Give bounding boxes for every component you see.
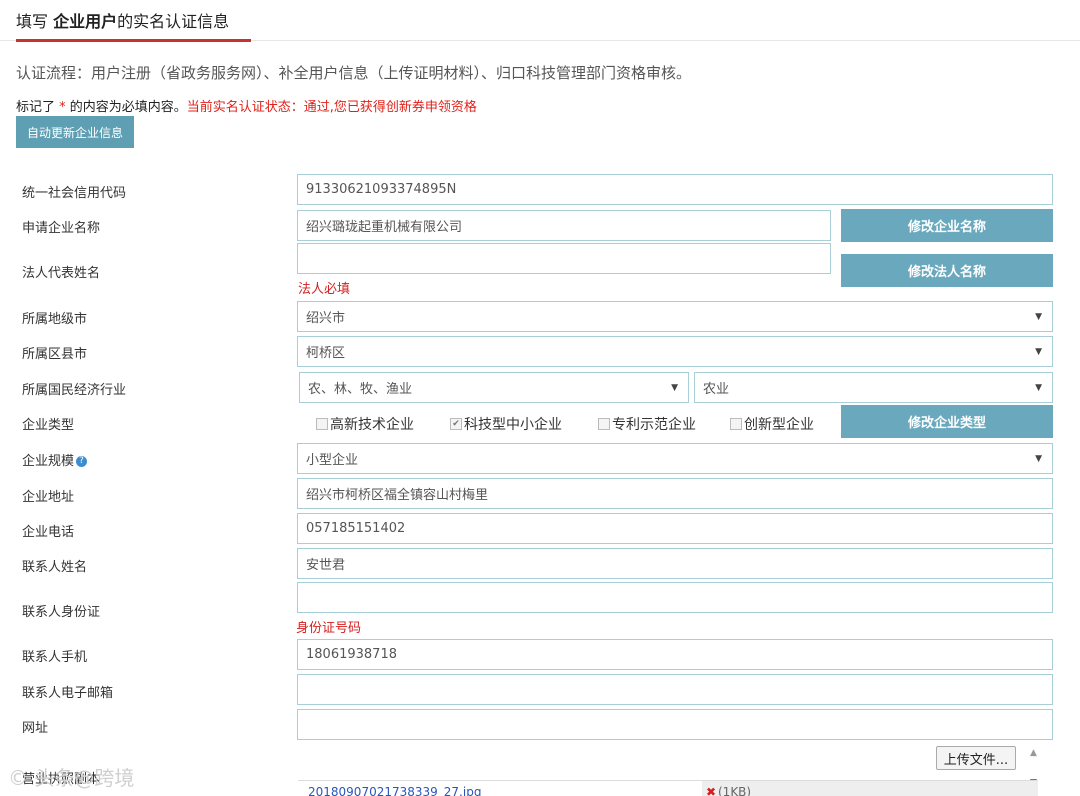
chevron-down-icon: ▼ <box>1035 453 1042 464</box>
page-title: 填写 企业用户的实名认证信息 <box>16 12 230 31</box>
industry-subcategory-select[interactable]: 农业 ▼ <box>694 372 1053 403</box>
uploaded-file-link[interactable]: 20180907021738339_27.jpg <box>308 785 481 796</box>
chevron-down-icon: ▼ <box>1035 382 1042 393</box>
close-icon[interactable]: ✖ <box>706 785 716 796</box>
checkbox-icon[interactable] <box>730 418 742 430</box>
edit-legal-rep-button[interactable]: 修改法人名称 <box>841 254 1053 287</box>
legal-rep-label: 法人代表姓名 <box>22 266 101 281</box>
checkbox-icon[interactable] <box>316 418 328 430</box>
contact-id-input[interactable] <box>297 582 1053 613</box>
checkbox-icon[interactable] <box>598 418 610 430</box>
industry-label: 所属国民经济行业 <box>22 383 127 398</box>
website-input[interactable] <box>297 709 1053 740</box>
chevron-down-icon: ▼ <box>1035 311 1042 322</box>
district-select[interactable]: 柯桥区 ▼ <box>297 336 1053 367</box>
legal-rep-input[interactable] <box>297 243 831 274</box>
checkbox-checked-icon[interactable]: ✔ <box>450 418 462 430</box>
scale-label: 企业规模? <box>22 450 88 469</box>
checkbox-high-tech[interactable]: 高新技术企业 <box>316 414 414 434</box>
credit-code-label: 统一社会信用代码 <box>22 186 127 201</box>
certification-status: 当前实名认证状态：通过,您已获得创新券申领资格 <box>186 100 477 115</box>
certification-flow-text: 认证流程：用户注册（省政务服务网）、补全用户信息（上传证明材料）、归口科技管理部… <box>16 64 692 82</box>
industry-category-select[interactable]: 农、林、牧、渔业 ▼ <box>299 372 689 403</box>
checkbox-patent-demo[interactable]: 专利示范企业 <box>598 414 696 434</box>
contact-email-label: 联系人电子邮箱 <box>22 686 114 701</box>
city-select[interactable]: 绍兴市 ▼ <box>297 301 1053 332</box>
upload-file-button[interactable]: 上传文件... <box>936 746 1016 770</box>
address-input[interactable]: 绍兴市柯桥区福全镇容山村梅里 <box>297 478 1053 509</box>
contact-name-input[interactable]: 安世君 <box>297 548 1053 579</box>
checkbox-tech-sme[interactable]: ✔ 科技型中小企业 <box>450 414 562 434</box>
contact-id-error: 身份证号码 <box>296 621 362 636</box>
credit-code-input[interactable]: 91330621093374895N <box>297 174 1053 205</box>
company-name-input[interactable]: 绍兴璐珑起重机械有限公司 <box>297 210 831 241</box>
file-row-shade <box>702 781 1038 796</box>
file-size: (1KB) <box>718 785 752 796</box>
phone-input[interactable]: 057185151402 <box>297 513 1053 544</box>
city-label: 所属地级市 <box>22 312 88 327</box>
required-note: 标记了 * 的内容为必填内容。当前实名认证状态：通过,您已获得创新券申领资格 <box>16 100 477 115</box>
scroll-up-arrow-icon[interactable]: ▲ <box>1030 748 1037 758</box>
address-label: 企业地址 <box>22 490 75 505</box>
checkbox-innovative[interactable]: 创新型企业 <box>730 414 814 434</box>
company-type-label: 企业类型 <box>22 418 75 433</box>
header-accent-underline <box>16 39 251 42</box>
scale-select[interactable]: 小型企业 ▼ <box>297 443 1053 474</box>
company-name-label: 申请企业名称 <box>22 221 101 236</box>
edit-company-name-button[interactable]: 修改企业名称 <box>841 209 1053 242</box>
phone-label: 企业电话 <box>22 525 75 540</box>
edit-company-type-button[interactable]: 修改企业类型 <box>841 405 1053 438</box>
help-icon[interactable]: ? <box>76 456 88 467</box>
contact-email-input[interactable] <box>297 674 1053 705</box>
legal-rep-error: 法人必填 <box>298 282 351 297</box>
contact-mobile-label: 联系人手机 <box>22 650 88 665</box>
auto-update-company-button[interactable]: 自动更新企业信息 <box>16 116 134 148</box>
watermark: © 头条@跨境 <box>8 766 135 790</box>
website-label: 网址 <box>22 721 49 736</box>
chevron-down-icon: ▼ <box>671 382 678 393</box>
district-label: 所属区县市 <box>22 347 88 362</box>
chevron-down-icon: ▼ <box>1035 346 1042 357</box>
contact-mobile-input[interactable]: 18061938718 <box>297 639 1053 670</box>
contact-id-label: 联系人身份证 <box>22 605 101 620</box>
uploaded-file-row: 20180907021738339_27.jpg ✖ (1KB) <box>298 780 1038 796</box>
contact-name-label: 联系人姓名 <box>22 560 88 575</box>
